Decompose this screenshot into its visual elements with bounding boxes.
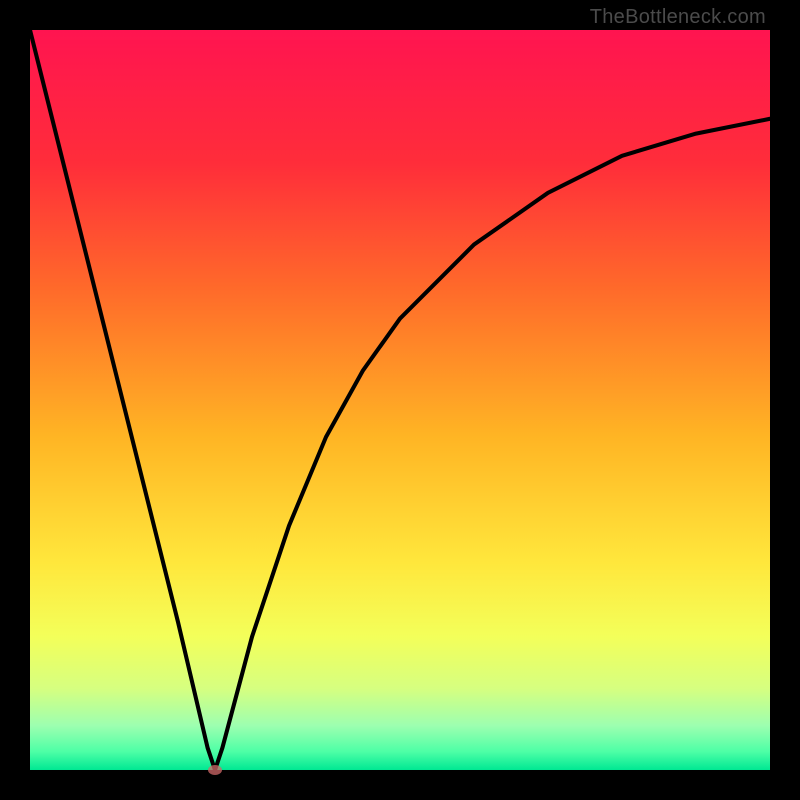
curve-layer xyxy=(30,30,770,770)
optimum-marker xyxy=(208,765,222,775)
chart-frame: TheBottleneck.com xyxy=(0,0,800,800)
attribution-label: TheBottleneck.com xyxy=(590,6,766,29)
bottleneck-curve xyxy=(30,30,770,770)
plot-area xyxy=(30,30,770,770)
